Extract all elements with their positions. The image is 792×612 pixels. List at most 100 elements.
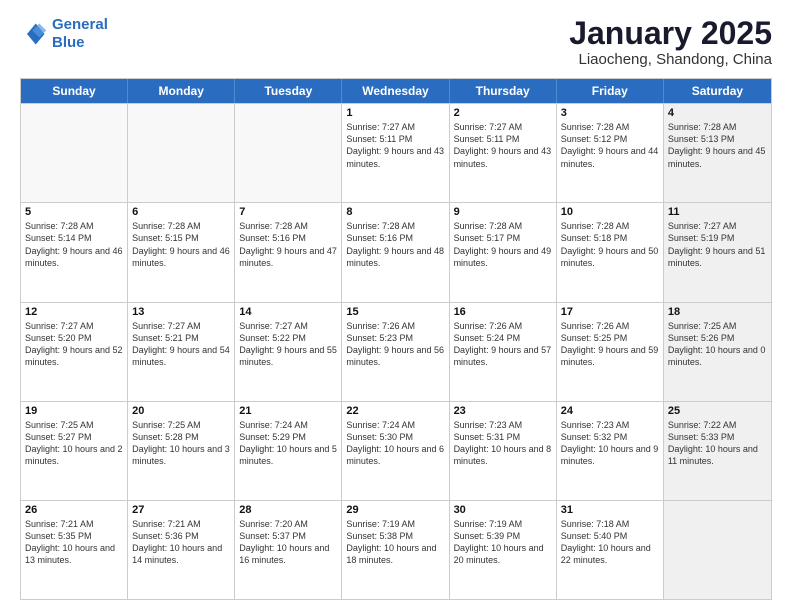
day-number: 28: [239, 504, 337, 516]
day-number: 16: [454, 306, 552, 318]
day-number: 3: [561, 107, 659, 119]
header: General Blue January 2025 Liaocheng, Sha…: [20, 16, 772, 68]
cell-text: Sunrise: 7:26 AM Sunset: 5:25 PM Dayligh…: [561, 320, 659, 369]
calendar-subtitle: Liaocheng, Shandong, China: [569, 51, 772, 68]
cell-text: Sunrise: 7:20 AM Sunset: 5:37 PM Dayligh…: [239, 518, 337, 567]
cal-cell: 15 Sunrise: 7:26 AM Sunset: 5:23 PM Dayli…: [342, 303, 449, 401]
cal-cell: 26 Sunrise: 7:21 AM Sunset: 5:35 PM Dayli…: [21, 501, 128, 599]
cal-row-1: 5 Sunrise: 7:28 AM Sunset: 5:14 PM Daylig…: [21, 202, 771, 301]
cal-cell: 3Sunrise: 7:28 AM Sunset: 5:12 PM Daylig…: [557, 104, 664, 202]
cal-cell: 18 Sunrise: 7:25 AM Sunset: 5:26 PM Dayli…: [664, 303, 771, 401]
day-number: 20: [132, 405, 230, 417]
cal-cell: 17 Sunrise: 7:26 AM Sunset: 5:25 PM Dayli…: [557, 303, 664, 401]
cell-text: Sunrise: 7:23 AM Sunset: 5:31 PM Dayligh…: [454, 419, 552, 468]
cell-text: Sunrise: 7:27 AM Sunset: 5:11 PM Dayligh…: [346, 121, 444, 170]
cal-cell: 10 Sunrise: 7:28 AM Sunset: 5:18 PM Dayli…: [557, 203, 664, 301]
day-number: 31: [561, 504, 659, 516]
day-number: 26: [25, 504, 123, 516]
day-number: 11: [668, 206, 767, 218]
cell-text: Sunrise: 7:27 AM Sunset: 5:11 PM Dayligh…: [454, 121, 552, 170]
cal-cell: 2 Sunrise: 7:27 AM Sunset: 5:11 PM Daylig…: [450, 104, 557, 202]
cell-text: Sunrise: 7:27 AM Sunset: 5:22 PM Dayligh…: [239, 320, 337, 369]
cal-cell: 6Sunrise: 7:28 AM Sunset: 5:15 PM Daylig…: [128, 203, 235, 301]
cell-text: Sunrise: 7:25 AM Sunset: 5:27 PM Dayligh…: [25, 419, 123, 468]
cal-cell: 25 Sunrise: 7:22 AM Sunset: 5:33 PM Dayli…: [664, 402, 771, 500]
calendar-title: January 2025: [569, 16, 772, 51]
cell-text: Sunrise: 7:21 AM Sunset: 5:35 PM Dayligh…: [25, 518, 123, 567]
day-number: 8: [346, 206, 444, 218]
day-number: 10: [561, 206, 659, 218]
cal-cell: 30Sunrise: 7:19 AM Sunset: 5:39 PM Dayli…: [450, 501, 557, 599]
cell-text: Sunrise: 7:25 AM Sunset: 5:26 PM Dayligh…: [668, 320, 767, 369]
day-number: 13: [132, 306, 230, 318]
day-number: 2: [454, 107, 552, 119]
cal-cell: [128, 104, 235, 202]
cal-cell: 20 Sunrise: 7:25 AM Sunset: 5:28 PM Dayli…: [128, 402, 235, 500]
day-number: 23: [454, 405, 552, 417]
cal-cell: 31 Sunrise: 7:18 AM Sunset: 5:40 PM Dayli…: [557, 501, 664, 599]
cell-text: Sunrise: 7:28 AM Sunset: 5:13 PM Dayligh…: [668, 121, 767, 170]
logo-icon: [20, 20, 48, 48]
day-number: 5: [25, 206, 123, 218]
cal-cell: 5 Sunrise: 7:28 AM Sunset: 5:14 PM Daylig…: [21, 203, 128, 301]
day-number: 25: [668, 405, 767, 417]
day-number: 12: [25, 306, 123, 318]
cell-text: Sunrise: 7:24 AM Sunset: 5:29 PM Dayligh…: [239, 419, 337, 468]
header-cell-wednesday: Wednesday: [342, 79, 449, 103]
cal-cell: 12 Sunrise: 7:27 AM Sunset: 5:20 PM Dayli…: [21, 303, 128, 401]
cell-text: Sunrise: 7:28 AM Sunset: 5:14 PM Dayligh…: [25, 220, 123, 269]
logo-text: General Blue: [52, 16, 108, 52]
day-number: 22: [346, 405, 444, 417]
cell-text: Sunrise: 7:19 AM Sunset: 5:38 PM Dayligh…: [346, 518, 444, 567]
day-number: 4: [668, 107, 767, 119]
header-cell-thursday: Thursday: [450, 79, 557, 103]
cell-text: Sunrise: 7:27 AM Sunset: 5:20 PM Dayligh…: [25, 320, 123, 369]
cell-text: Sunrise: 7:28 AM Sunset: 5:18 PM Dayligh…: [561, 220, 659, 269]
calendar-body: 1 Sunrise: 7:27 AM Sunset: 5:11 PM Daylig…: [21, 103, 771, 599]
cal-cell: 7 Sunrise: 7:28 AM Sunset: 5:16 PM Daylig…: [235, 203, 342, 301]
cell-text: Sunrise: 7:28 AM Sunset: 5:16 PM Dayligh…: [239, 220, 337, 269]
cell-text: Sunrise: 7:22 AM Sunset: 5:33 PM Dayligh…: [668, 419, 767, 468]
day-number: 24: [561, 405, 659, 417]
cell-text: Sunrise: 7:27 AM Sunset: 5:19 PM Dayligh…: [668, 220, 767, 269]
cell-text: Sunrise: 7:26 AM Sunset: 5:23 PM Dayligh…: [346, 320, 444, 369]
day-number: 1: [346, 107, 444, 119]
cell-text: Sunrise: 7:27 AM Sunset: 5:21 PM Dayligh…: [132, 320, 230, 369]
cell-text: Sunrise: 7:28 AM Sunset: 5:16 PM Dayligh…: [346, 220, 444, 269]
cal-cell: 4 Sunrise: 7:28 AM Sunset: 5:13 PM Daylig…: [664, 104, 771, 202]
day-number: 7: [239, 206, 337, 218]
day-number: 18: [668, 306, 767, 318]
cal-cell: 23 Sunrise: 7:23 AM Sunset: 5:31 PM Dayli…: [450, 402, 557, 500]
logo: General Blue: [20, 16, 108, 52]
day-number: 15: [346, 306, 444, 318]
logo-line2: Blue: [52, 34, 85, 51]
day-number: 27: [132, 504, 230, 516]
cal-cell: [21, 104, 128, 202]
cal-row-0: 1 Sunrise: 7:27 AM Sunset: 5:11 PM Daylig…: [21, 103, 771, 202]
header-cell-sunday: Sunday: [21, 79, 128, 103]
day-number: 9: [454, 206, 552, 218]
cell-text: Sunrise: 7:24 AM Sunset: 5:30 PM Dayligh…: [346, 419, 444, 468]
cell-text: Sunrise: 7:18 AM Sunset: 5:40 PM Dayligh…: [561, 518, 659, 567]
cal-row-4: 26 Sunrise: 7:21 AM Sunset: 5:35 PM Dayli…: [21, 500, 771, 599]
cal-cell: 24Sunrise: 7:23 AM Sunset: 5:32 PM Dayli…: [557, 402, 664, 500]
cal-cell: [235, 104, 342, 202]
day-number: 17: [561, 306, 659, 318]
cal-cell: 14Sunrise: 7:27 AM Sunset: 5:22 PM Dayli…: [235, 303, 342, 401]
title-block: January 2025 Liaocheng, Shandong, China: [569, 16, 772, 68]
cal-cell: 13 Sunrise: 7:27 AM Sunset: 5:21 PM Dayli…: [128, 303, 235, 401]
header-cell-monday: Monday: [128, 79, 235, 103]
cal-cell: [664, 501, 771, 599]
header-cell-saturday: Saturday: [664, 79, 771, 103]
header-cell-tuesday: Tuesday: [235, 79, 342, 103]
cell-text: Sunrise: 7:26 AM Sunset: 5:24 PM Dayligh…: [454, 320, 552, 369]
cal-row-2: 12 Sunrise: 7:27 AM Sunset: 5:20 PM Dayli…: [21, 302, 771, 401]
page: General Blue January 2025 Liaocheng, Sha…: [0, 0, 792, 612]
header-cell-friday: Friday: [557, 79, 664, 103]
cal-cell: 29Sunrise: 7:19 AM Sunset: 5:38 PM Dayli…: [342, 501, 449, 599]
calendar: SundayMondayTuesdayWednesdayThursdayFrid…: [20, 78, 772, 600]
cell-text: Sunrise: 7:25 AM Sunset: 5:28 PM Dayligh…: [132, 419, 230, 468]
cell-text: Sunrise: 7:28 AM Sunset: 5:15 PM Dayligh…: [132, 220, 230, 269]
cal-cell: 27Sunrise: 7:21 AM Sunset: 5:36 PM Dayli…: [128, 501, 235, 599]
cal-cell: 9Sunrise: 7:28 AM Sunset: 5:17 PM Daylig…: [450, 203, 557, 301]
